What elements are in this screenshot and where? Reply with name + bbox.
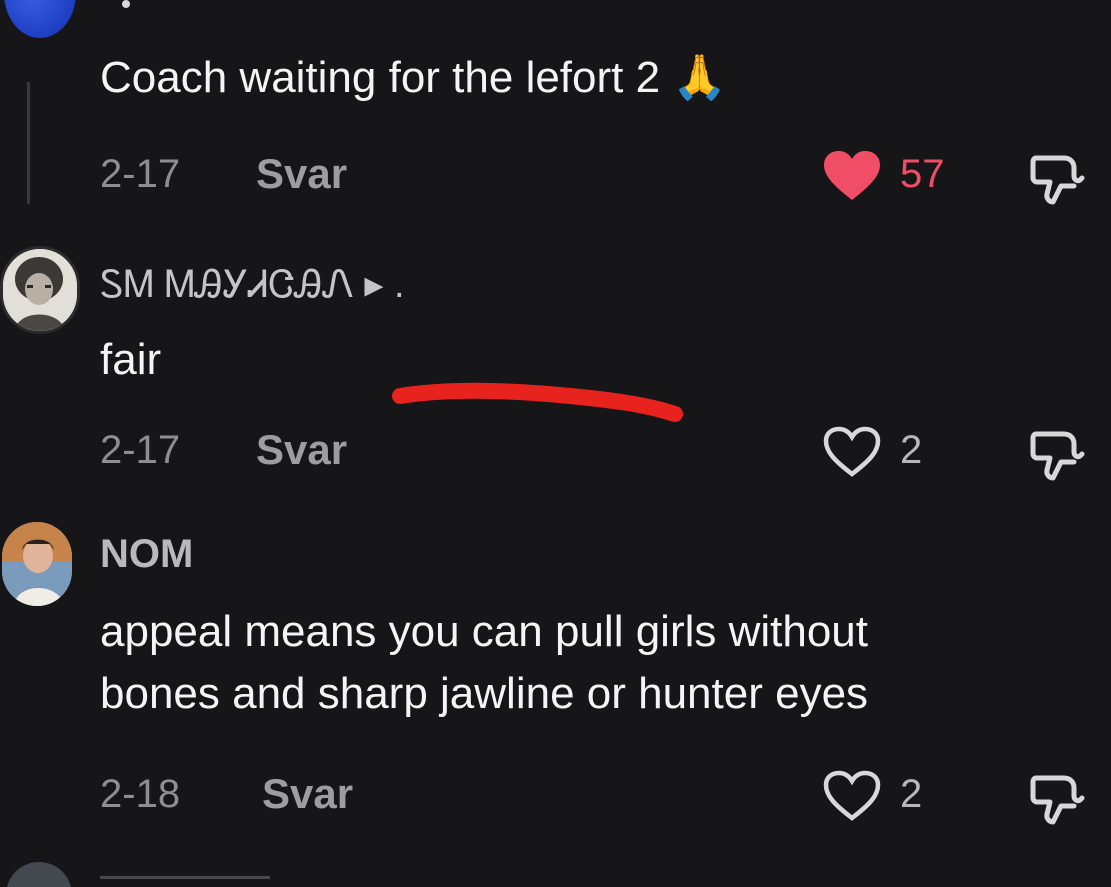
reply-button[interactable]: Svar	[256, 426, 347, 474]
username[interactable]: ᏚᎷ ᎷᎯᎩᏗᏣᎯᏁ ▸ .	[100, 262, 405, 307]
like-count: 2	[900, 428, 923, 472]
dislike-icon[interactable]	[1030, 770, 1086, 826]
heart-filled-icon[interactable]	[822, 150, 882, 202]
dislike-icon[interactable]	[1030, 426, 1086, 482]
previous-avatar[interactable]	[4, 0, 76, 38]
dislike-icon[interactable]	[1030, 150, 1086, 206]
red-annotation-mark	[392, 382, 683, 422]
reply-button[interactable]: Svar	[262, 770, 353, 818]
comment-text-line-2: bones and sharp jawline or hunter eyes	[100, 669, 869, 718]
comment-thread: Coach waiting for the lefort 2 🙏 2-17 Sv…	[0, 0, 1111, 887]
reply-button[interactable]: Svar	[256, 150, 347, 198]
avatar[interactable]	[2, 522, 72, 606]
thread-line	[27, 82, 30, 204]
comment-text-line-1: appeal means you can pull girls without	[100, 607, 869, 656]
comment-date: 2-17	[100, 152, 181, 196]
like-count: 57	[900, 152, 945, 196]
heart-outline-icon[interactable]	[822, 426, 882, 478]
avatar[interactable]	[0, 246, 80, 334]
like-count: 2	[900, 772, 923, 816]
comment-date: 2-18	[100, 772, 181, 816]
comment-text: fair	[100, 335, 162, 384]
username-dot	[122, 0, 130, 8]
next-username-partial	[100, 876, 270, 887]
username[interactable]: NOM	[100, 532, 193, 577]
comment-date: 2-17	[100, 428, 181, 472]
heart-outline-icon[interactable]	[822, 770, 882, 822]
next-avatar[interactable]	[6, 862, 72, 887]
comment-text: Coach waiting for the lefort 2 🙏	[100, 53, 728, 102]
